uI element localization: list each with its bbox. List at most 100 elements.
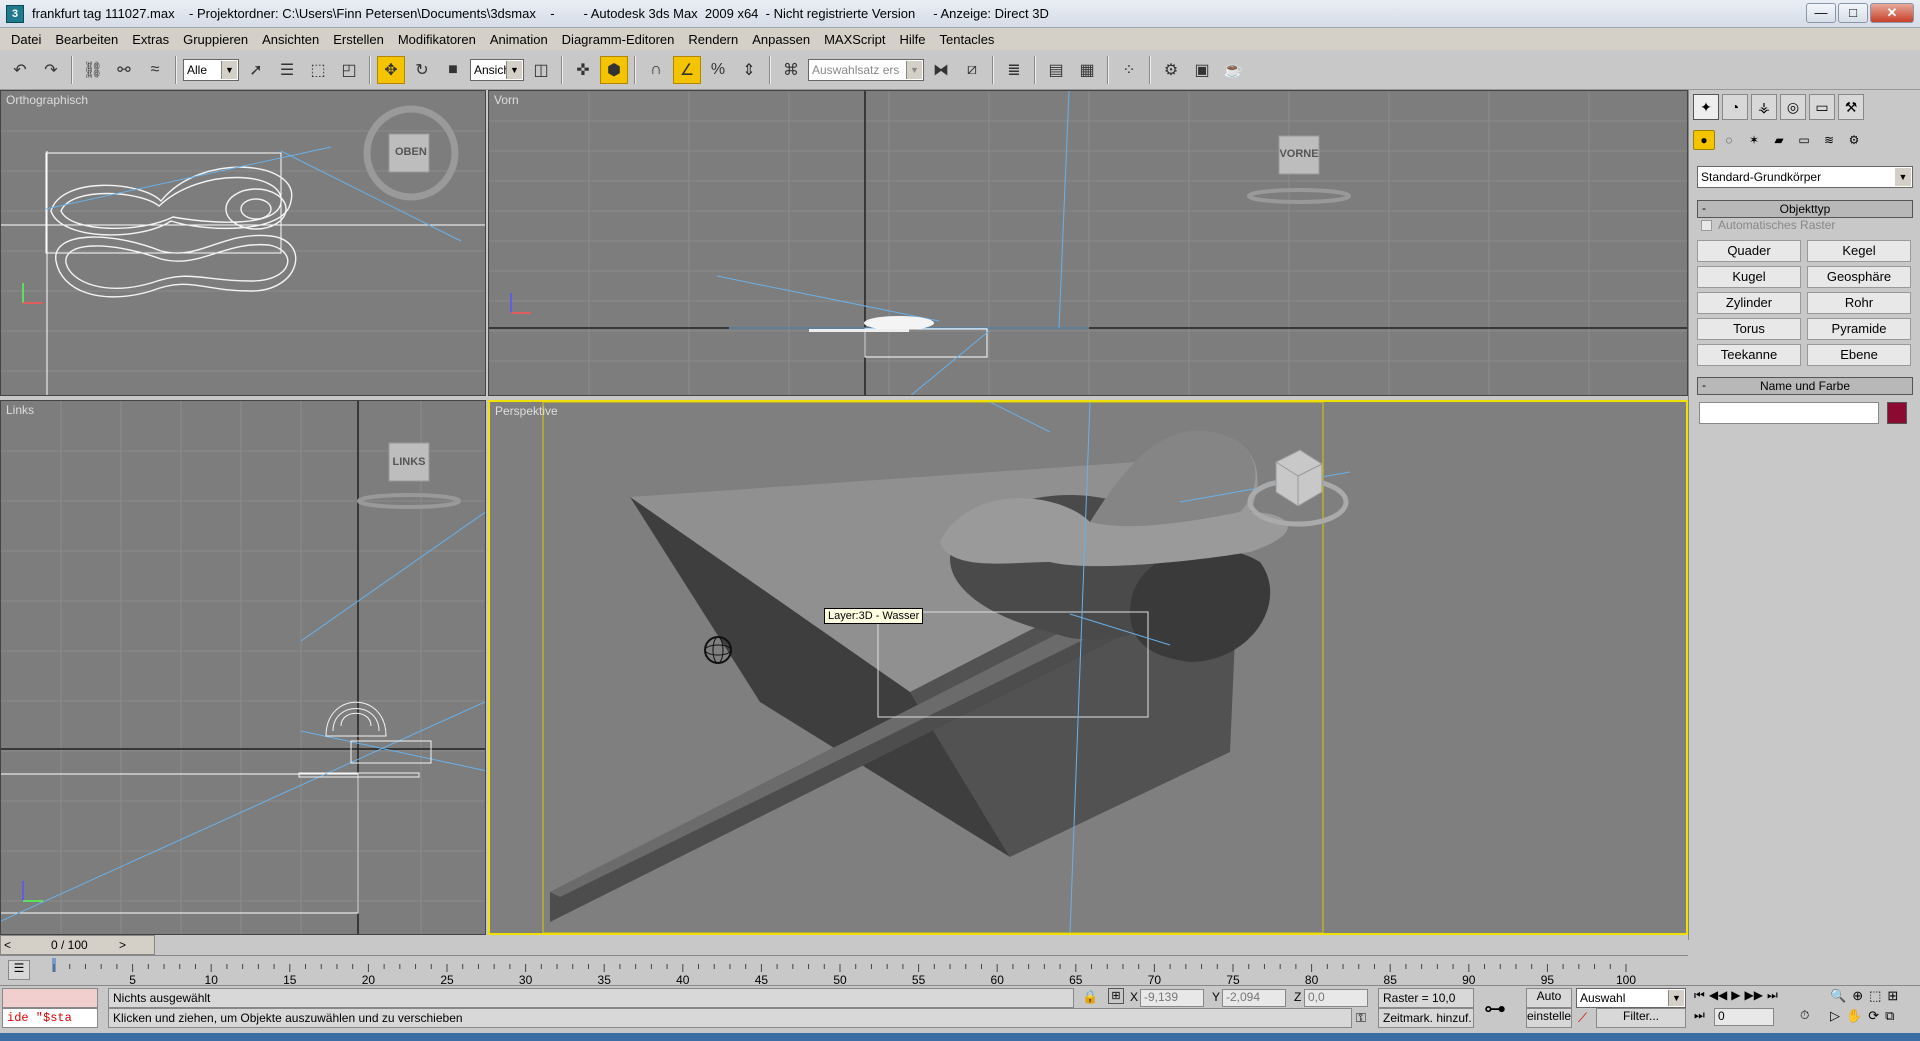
edit-named-selection-icon[interactable]: ⌘	[777, 56, 805, 84]
menu-modifikatoren[interactable]: Modifikatoren	[391, 32, 483, 47]
layer-manager-icon[interactable]: ≣	[1000, 56, 1028, 84]
time-tag-icon[interactable]: ⚿	[1356, 1010, 1366, 1026]
menu-hilfe[interactable]: Hilfe	[892, 32, 932, 47]
app-icon[interactable]: 3	[6, 4, 24, 23]
menu-maxscript[interactable]: MAXScript	[817, 32, 892, 47]
named-selection-set-dropdown[interactable]: Auswahlsatz ers ▼	[808, 58, 924, 81]
object-color-swatch[interactable]	[1887, 402, 1907, 424]
tube-button[interactable]: Rohr	[1807, 292, 1911, 314]
go-to-start-icon[interactable]: ⏮	[1694, 988, 1705, 1003]
next-frame-icon[interactable]: ▶▶	[1745, 988, 1763, 1003]
autogrid-checkbox[interactable]: Automatisches Raster	[1701, 218, 1835, 232]
angle-snap-icon[interactable]: ∠	[673, 55, 701, 84]
zoom-extents-icon[interactable]: ⬚	[1869, 988, 1881, 1004]
systems-icon[interactable]: ⚙	[1843, 130, 1865, 150]
unlink-icon[interactable]: ⚯	[110, 56, 138, 84]
modify-tab-icon[interactable]: ◔	[1722, 94, 1748, 120]
slider-prev-icon[interactable]: <	[4, 938, 11, 952]
window-crossing-icon[interactable]: ◰	[335, 56, 363, 84]
menu-datei[interactable]: Datei	[4, 32, 48, 47]
mirror-icon[interactable]: ⧓	[927, 56, 955, 84]
default-in-out-icon[interactable]: ⟋	[1578, 1010, 1587, 1026]
viewport-label[interactable]: Perspektive	[495, 404, 558, 418]
rendered-frame-window-icon[interactable]: ▣	[1188, 56, 1216, 84]
move-icon[interactable]: ✥	[377, 55, 405, 84]
undo-icon[interactable]: ↶	[6, 56, 34, 84]
coord-y-value[interactable]: -2,094	[1222, 989, 1286, 1007]
current-frame-value[interactable]: 0	[1714, 1008, 1774, 1026]
hierarchy-tab-icon[interactable]: ⚶	[1751, 94, 1777, 120]
box-button[interactable]: Quader	[1697, 240, 1801, 262]
key-mode-dropdown[interactable]: Auswahl ▼	[1576, 988, 1686, 1008]
object-category-dropdown[interactable]: Standard-Grundkörper ▼	[1697, 166, 1913, 188]
menu-tentacles[interactable]: Tentacles	[933, 32, 1002, 47]
viewport-label[interactable]: Vorn	[494, 93, 519, 107]
material-editor-icon[interactable]: ⁘	[1115, 56, 1143, 84]
menu-extras[interactable]: Extras	[125, 32, 176, 47]
viewport-label[interactable]: Orthographisch	[6, 93, 88, 107]
slider-next-icon[interactable]: >	[119, 938, 126, 952]
reference-coordinate-dropdown[interactable]: Ansicht ▼	[470, 58, 524, 81]
absolute-mode-icon[interactable]: ⊞	[1108, 988, 1124, 1004]
redo-icon[interactable]: ↷	[37, 56, 65, 84]
current-frame-field[interactable]: 0	[1714, 1008, 1774, 1026]
viewport-front[interactable]: Vorn VORNE	[488, 90, 1688, 396]
rollout-name-color[interactable]: - Name und Farbe	[1697, 377, 1913, 395]
pivot-center-icon[interactable]: ◫	[527, 56, 555, 84]
time-config-icon[interactable]: ⏱	[1800, 1008, 1809, 1023]
helpers-icon[interactable]: ▭	[1793, 130, 1815, 150]
bind-spacewarp-icon[interactable]: ≈	[141, 56, 169, 84]
coord-z-value[interactable]: 0,0	[1304, 989, 1368, 1007]
zoom-icon[interactable]: 🔍	[1830, 988, 1846, 1004]
maximize-button[interactable]: □	[1838, 3, 1868, 23]
zoom-all-icon[interactable]: ⊕	[1852, 988, 1863, 1004]
rect-selection-icon[interactable]: ⬚	[304, 56, 332, 84]
menu-ansichten[interactable]: Ansichten	[255, 32, 326, 47]
shapes-icon[interactable]: ◌	[1718, 130, 1740, 150]
maxscript-listener-input[interactable]: ide "$sta	[2, 1008, 98, 1028]
key-mode-toggle-icon[interactable]: ⏭	[1694, 1008, 1705, 1023]
scale-icon[interactable]: ■	[439, 56, 467, 84]
viewport-orthographic[interactable]: Orthographisch OBEN	[0, 90, 486, 396]
coord-y[interactable]: Y -2,094	[1212, 989, 1286, 1007]
add-time-tag-button[interactable]: Zeitmark. hinzuf.	[1378, 1008, 1474, 1028]
create-tab-icon[interactable]: ✦	[1693, 94, 1719, 120]
lock-icon[interactable]: 🔒	[1082, 989, 1098, 1005]
coord-x[interactable]: X -9,139	[1130, 989, 1204, 1007]
torus-button[interactable]: Torus	[1697, 318, 1801, 340]
orbit-icon[interactable]: ⟳	[1868, 1008, 1879, 1024]
rollout-object-type[interactable]: - Objekttyp	[1697, 200, 1913, 218]
spinner-snap-icon[interactable]: ⇕	[735, 56, 763, 84]
menu-animation[interactable]: Animation	[483, 32, 555, 47]
maximize-viewport-icon[interactable]: ⧉	[1885, 1008, 1894, 1024]
snaps-toggle-icon[interactable]: ∩	[642, 56, 670, 84]
geometry-icon[interactable]: ●	[1693, 130, 1715, 150]
maxscript-listener-top[interactable]	[2, 988, 98, 1008]
sphere-button[interactable]: Kugel	[1697, 266, 1801, 288]
pan-icon[interactable]: ✋	[1846, 1008, 1862, 1024]
lights-icon[interactable]: ✶	[1743, 130, 1765, 150]
menu-erstellen[interactable]: Erstellen	[326, 32, 391, 47]
rotate-icon[interactable]: ↻	[408, 56, 436, 84]
play-icon[interactable]: ▶	[1731, 988, 1740, 1003]
minimize-button[interactable]: —	[1806, 3, 1836, 23]
display-tab-icon[interactable]: ▭	[1809, 94, 1835, 120]
menu-rendern[interactable]: Rendern	[681, 32, 745, 47]
previous-frame-icon[interactable]: ◀◀	[1709, 988, 1727, 1003]
cone-button[interactable]: Kegel	[1807, 240, 1911, 262]
menu-gruppieren[interactable]: Gruppieren	[176, 32, 255, 47]
select-by-name-icon[interactable]: ☰	[273, 56, 301, 84]
viewport-left[interactable]: Links LINKS	[0, 400, 486, 935]
object-name-input[interactable]	[1699, 402, 1879, 424]
percent-snap-icon[interactable]: %	[704, 56, 732, 84]
field-of-view-icon[interactable]: ▷	[1830, 1008, 1840, 1024]
cameras-icon[interactable]: ▰	[1768, 130, 1790, 150]
menu-diagramm-editoren[interactable]: Diagramm-Editoren	[555, 32, 682, 47]
plane-button[interactable]: Ebene	[1807, 344, 1911, 366]
motion-tab-icon[interactable]: ◎	[1780, 94, 1806, 120]
coord-z[interactable]: Z 0,0	[1294, 989, 1368, 1007]
spacewarps-icon[interactable]: ≋	[1818, 130, 1840, 150]
curve-editor-icon[interactable]: ▤	[1042, 56, 1070, 84]
set-key-button[interactable]: einstelle	[1526, 1008, 1572, 1028]
keyboard-shortcut-icon[interactable]: ⬢	[600, 55, 628, 84]
